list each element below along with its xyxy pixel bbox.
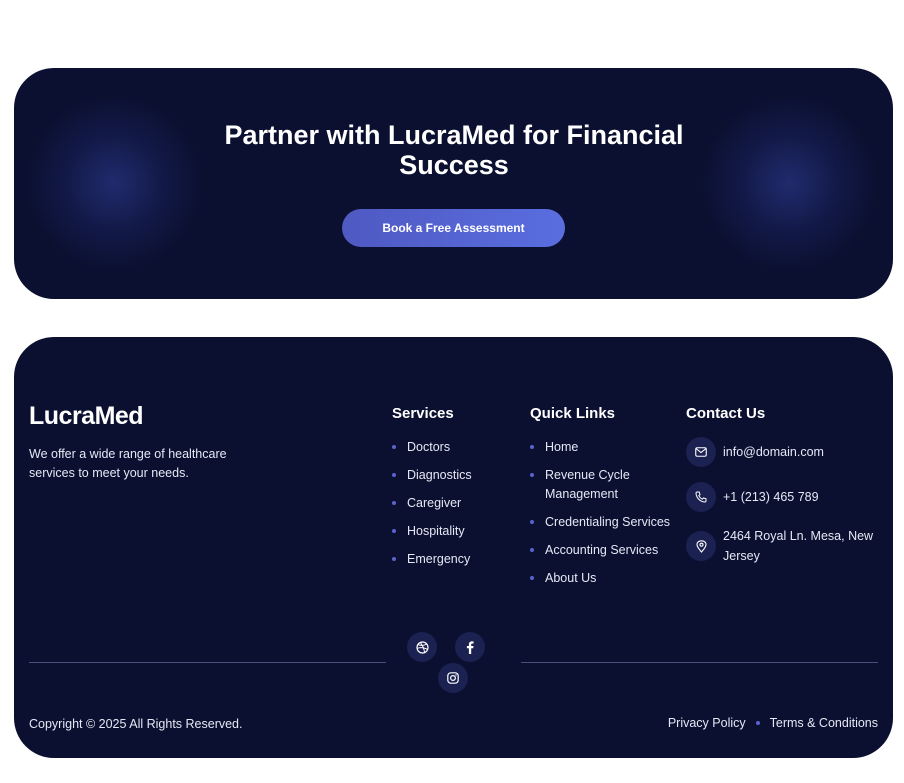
bullet-dot — [530, 548, 534, 552]
services-heading: Services — [392, 405, 454, 422]
bullet-dot — [392, 529, 396, 533]
instagram-icon[interactable] — [438, 663, 468, 693]
services-link-caregiver[interactable]: Caregiver — [392, 494, 472, 513]
phone-text: +1 (213) 465 789 — [723, 490, 819, 504]
quick-link-revenue-cycle[interactable]: Revenue Cycle Management — [530, 466, 680, 504]
bullet-dot — [530, 473, 534, 477]
quick-links-heading: Quick Links — [530, 405, 616, 422]
contact-phone[interactable]: +1 (213) 465 789 — [686, 482, 878, 512]
email-text: info@domain.com — [723, 445, 824, 459]
footer-divider-right — [521, 662, 878, 663]
link-label: Credentialing Services — [545, 515, 671, 529]
services-list: Doctors Diagnostics Caregiver Hospitalit… — [392, 438, 472, 578]
link-label: Home — [545, 440, 579, 454]
link-label: Emergency — [407, 552, 471, 566]
link-label: Doctors — [407, 440, 451, 454]
link-label: Diagnostics — [407, 468, 472, 482]
footer-logo[interactable]: LucraMed — [29, 402, 144, 431]
terms-conditions-link[interactable]: Terms & Conditions — [770, 716, 878, 730]
link-label: Hospitality — [407, 524, 465, 538]
privacy-policy-link[interactable]: Privacy Policy — [668, 716, 746, 730]
link-label: Revenue Cycle Management — [545, 468, 630, 501]
services-link-hospitality[interactable]: Hospitality — [392, 522, 472, 541]
glow-decoration-right — [699, 93, 879, 273]
separator-dot — [755, 721, 760, 725]
footer-divider-left — [29, 662, 386, 663]
site-footer: LucraMed We offer a wide range of health… — [14, 337, 893, 758]
book-assessment-button[interactable]: Book a Free Assessment — [342, 209, 565, 247]
services-link-emergency[interactable]: Emergency — [392, 550, 472, 569]
quick-link-home[interactable]: Home — [530, 438, 680, 457]
cta-banner: Partner with LucraMed for Financial Succ… — [14, 68, 893, 299]
quick-link-accounting[interactable]: Accounting Services — [530, 541, 680, 560]
bullet-dot — [392, 501, 396, 505]
facebook-icon[interactable] — [455, 632, 485, 662]
contact-email[interactable]: info@domain.com — [686, 437, 878, 467]
services-link-doctors[interactable]: Doctors — [392, 438, 472, 457]
bullet-dot — [530, 520, 534, 524]
quick-links-list: Home Revenue Cycle Management Credential… — [530, 438, 680, 597]
location-pin-icon — [686, 531, 716, 561]
phone-icon — [686, 482, 716, 512]
quick-link-about[interactable]: About Us — [530, 569, 680, 588]
glow-decoration-left — [24, 93, 204, 273]
copyright-text: Copyright © 2025 All Rights Reserved. — [29, 717, 243, 731]
contact-heading: Contact Us — [686, 405, 766, 422]
bullet-dot — [530, 445, 534, 449]
cta-heading: Partner with LucraMed for Financial Succ… — [224, 120, 684, 180]
link-label: Accounting Services — [545, 543, 659, 557]
bullet-dot — [392, 473, 396, 477]
link-label: About Us — [545, 571, 597, 585]
legal-links: Privacy Policy Terms & Conditions — [668, 716, 878, 730]
footer-tagline: We offer a wide range of healthcare serv… — [29, 447, 227, 480]
address-text: 2464 Royal Ln. Mesa, New Jersey — [723, 529, 874, 563]
services-link-diagnostics[interactable]: Diagnostics — [392, 466, 472, 485]
link-label: Caregiver — [407, 496, 462, 510]
bullet-dot — [530, 576, 534, 580]
bullet-dot — [392, 557, 396, 561]
contact-address[interactable]: 2464 Royal Ln. Mesa, New Jersey — [686, 526, 878, 566]
mail-icon — [686, 437, 716, 467]
quick-link-credentialing[interactable]: Credentialing Services — [530, 513, 680, 532]
bullet-dot — [392, 445, 396, 449]
dribbble-icon[interactable] — [407, 632, 437, 662]
